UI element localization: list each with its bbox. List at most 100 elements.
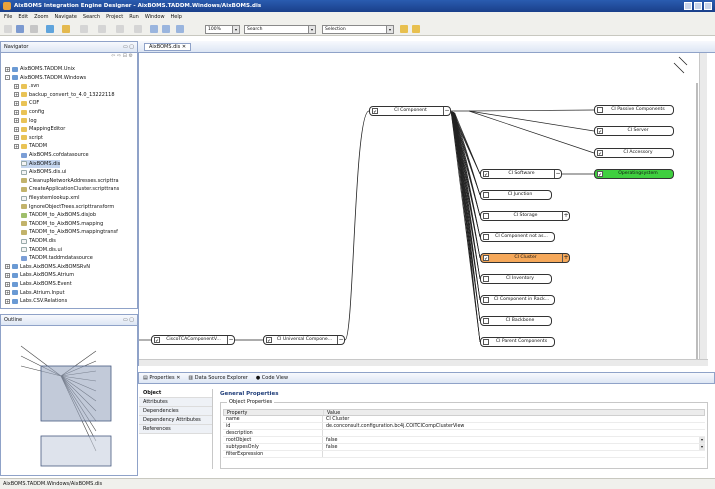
expand-toggle-icon[interactable]: + — [5, 264, 10, 270]
expand-toggle-icon[interactable]: + — [5, 272, 10, 278]
close-button[interactable] — [704, 2, 712, 10]
node-expand-icon[interactable]: − — [337, 336, 344, 344]
node-checkbox[interactable]: ✔ — [597, 171, 603, 177]
tree-item[interactable]: + backup_convert_to_4.0_13222118 — [14, 91, 115, 99]
tree-item[interactable]: AixBOMS.cofdatasource — [21, 151, 89, 159]
menu-file[interactable]: File — [4, 12, 12, 22]
property-value[interactable]: false ▾ — [323, 444, 705, 450]
outline-thumbnail[interactable] — [1, 326, 137, 476]
tree-item[interactable]: - AixBOMS.TADDM.Windows — [5, 74, 86, 82]
arrow-left-icon[interactable] — [400, 25, 408, 33]
tree-item[interactable]: + COF — [14, 99, 39, 107]
redo-icon[interactable] — [134, 25, 142, 33]
node-expand-icon[interactable]: − — [443, 107, 450, 115]
diagram-node-backbone[interactable]: CI Backbone — [480, 316, 552, 326]
property-row[interactable]: rootObject false ▾ — [223, 437, 705, 444]
node-checkbox[interactable]: ✔ — [483, 255, 489, 261]
node-expand-icon[interactable]: + — [562, 212, 569, 220]
expand-toggle-icon[interactable]: + — [14, 83, 19, 89]
chevron-down-icon[interactable]: ▾ — [699, 437, 705, 443]
search-icon[interactable] — [30, 25, 38, 33]
tab-code-view[interactable]: ● Code View — [256, 375, 288, 381]
tree-item[interactable]: + Labs.CSV.Relations — [5, 297, 67, 305]
menu-project[interactable]: Project — [106, 12, 123, 22]
diagram-node-accessory[interactable]: ✔ CI Accessory — [594, 148, 674, 158]
chevron-down-icon[interactable]: ▾ — [699, 444, 705, 450]
props-tab-dependencies[interactable]: Dependencies — [139, 407, 212, 416]
diagram-node-software[interactable]: ✔ CI Software − — [480, 169, 562, 179]
tree-item[interactable]: + log — [14, 117, 37, 125]
vertical-scrollbar[interactable] — [699, 53, 707, 366]
menu-window[interactable]: Window — [145, 12, 165, 22]
property-row[interactable]: filterExpression — [223, 451, 705, 458]
node-checkbox[interactable] — [483, 276, 489, 282]
chevron-down-icon[interactable]: ▾ — [232, 26, 239, 33]
node-checkbox[interactable] — [483, 234, 489, 240]
node-checkbox[interactable] — [483, 318, 489, 324]
zoom-in-icon[interactable] — [150, 25, 158, 33]
view-controls[interactable]: ▭ ▢ — [123, 42, 134, 53]
tree-item[interactable]: + .svn — [14, 82, 39, 90]
menu-help[interactable]: Help — [171, 12, 182, 22]
search-combo[interactable]: Search ▾ — [244, 25, 316, 34]
outline-tab[interactable]: Outline ▭ ▢ — [1, 315, 137, 326]
horizontal-scrollbar[interactable] — [139, 359, 708, 366]
save-icon[interactable] — [16, 25, 24, 33]
tree-item[interactable]: + MappingEditor — [14, 125, 65, 133]
maximize-button[interactable] — [694, 2, 702, 10]
tree-item[interactable]: TADDM.taddmdatasource — [21, 254, 93, 262]
property-row[interactable]: description — [223, 430, 705, 437]
menu-search[interactable]: Search — [83, 12, 100, 22]
diagram-node-os[interactable]: ✔ Operatingsystem — [594, 169, 674, 179]
tree-item[interactable]: fileystemlookup.xml — [21, 194, 80, 202]
expand-toggle-icon[interactable]: + — [5, 281, 10, 287]
tree-item[interactable]: AixBOMS.dis — [21, 159, 61, 168]
tab-aixboms-dis[interactable]: AixBOMS.dis ✕ — [144, 43, 192, 51]
diagram-node-storage[interactable]: CI Storage + — [480, 211, 570, 221]
chevron-down-icon[interactable]: ▾ — [386, 26, 393, 33]
node-checkbox[interactable] — [483, 192, 489, 198]
node-checkbox[interactable]: ✔ — [372, 108, 378, 114]
collapse-all-icon[interactable]: ⇦ ⇨ ⊟ ⚙ — [111, 53, 133, 59]
expand-toggle-icon[interactable]: + — [14, 92, 19, 98]
props-tab-dependency-attributes[interactable]: Dependency Attributes — [139, 416, 212, 425]
expand-toggle-icon[interactable]: + — [14, 135, 19, 141]
tree-item[interactable]: + Labs.AixBOMS.Event — [5, 280, 72, 288]
diagram-node-inrack[interactable]: CI Component in Rack... — [480, 295, 555, 305]
property-value[interactable]: false ▾ — [323, 437, 705, 443]
expand-toggle-icon[interactable]: + — [14, 109, 19, 115]
chevron-down-icon[interactable]: ▾ — [308, 26, 315, 33]
property-row[interactable]: subtypesOnly false ▾ — [223, 444, 705, 451]
diagram-node-inventory[interactable]: CI Inventory — [480, 274, 552, 284]
property-value[interactable]: de.conconsult.configuration.bc4j.COITCIC… — [323, 423, 705, 429]
node-expand-icon[interactable]: + — [562, 254, 569, 262]
node-checkbox[interactable] — [483, 339, 489, 345]
tree-item[interactable]: + Labs.Atrium.Input — [5, 289, 65, 297]
tool-icon[interactable] — [62, 25, 70, 33]
tree-item[interactable]: + TADDM — [14, 142, 47, 150]
node-expand-icon[interactable]: − — [554, 170, 561, 178]
diagram-node-parent[interactable]: CI Parent Components — [480, 337, 555, 347]
tree-item[interactable]: AixBOMS.dis.ui — [21, 168, 66, 176]
menu-navigate[interactable]: Navigate — [54, 12, 76, 22]
tree-item[interactable]: + AixBOMS.TADDM.Unix — [5, 65, 75, 73]
tree-item[interactable]: TADDM_to_AixBOMS.mapping — [21, 220, 103, 228]
diagram-node-junction[interactable]: CI Junction — [480, 190, 552, 200]
menu-zoom[interactable]: Zoom — [34, 12, 48, 22]
navigate-icon[interactable] — [46, 25, 54, 33]
property-value[interactable] — [323, 430, 705, 436]
expand-toggle-icon[interactable]: + — [5, 66, 10, 72]
diagram-node-server[interactable]: ✔ CI Server — [594, 126, 674, 136]
diagram-node-component[interactable]: ✔ CI Component − — [369, 106, 451, 116]
undo-icon[interactable] — [116, 25, 124, 33]
view-controls[interactable]: ▭ ▢ — [123, 315, 134, 326]
menu-run[interactable]: Run — [129, 12, 139, 22]
expand-toggle-icon[interactable]: - — [5, 75, 10, 81]
navigator-tab[interactable]: Navigator ▭ ▢ — [1, 42, 137, 53]
zoom-out-icon[interactable] — [162, 25, 170, 33]
tree-item[interactable]: TADDM_to_AixBOMS.mappingtransf — [21, 228, 118, 236]
property-row[interactable]: id de.conconsult.configuration.bc4j.COITC… — [223, 423, 705, 430]
expand-toggle-icon[interactable]: + — [14, 143, 19, 149]
minimize-button[interactable] — [684, 2, 692, 10]
tree-item[interactable]: + script — [14, 134, 43, 142]
